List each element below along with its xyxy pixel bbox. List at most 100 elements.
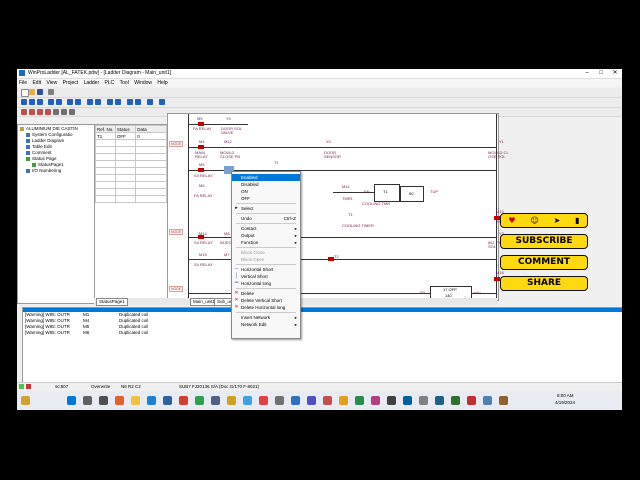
close-button[interactable]: ✕: [608, 69, 622, 78]
empty-cell[interactable]: [95, 146, 116, 154]
menu-item-horizontal-short[interactable]: ─ Horizontal Short: [232, 266, 300, 273]
ladder-diagram-canvas[interactable]: M5 Y0 FA RELAY DOOR SOL VALVE NODE M4 M1…: [167, 113, 512, 301]
empty-cell[interactable]: [114, 188, 137, 196]
monitor-icon[interactable]: [87, 99, 93, 105]
app-icon[interactable]: [323, 396, 332, 405]
menu-item-output[interactable]: Output ▸: [232, 232, 300, 239]
menu-project[interactable]: Project: [61, 79, 81, 87]
vline-icon[interactable]: [61, 109, 67, 115]
timer-preset-block[interactable]: 50: [400, 186, 424, 202]
app-icon[interactable]: [275, 396, 284, 405]
menu-item-off[interactable]: OFF: [232, 195, 300, 202]
subscribe-button[interactable]: SUBSCRIBE: [500, 234, 588, 249]
edge-icon[interactable]: [147, 396, 156, 405]
menu-window[interactable]: Window: [132, 79, 154, 87]
contact-marker[interactable]: [198, 122, 204, 126]
menu-item-contact[interactable]: Contact ▸: [232, 225, 300, 232]
app-icon[interactable]: [307, 396, 316, 405]
upload-icon[interactable]: [147, 99, 153, 105]
empty-cell[interactable]: [135, 160, 167, 168]
empty-cell[interactable]: [135, 167, 167, 175]
menu-item-disabled[interactable]: Disabled: [232, 181, 300, 188]
menu-help[interactable]: Help: [155, 79, 169, 87]
empty-cell[interactable]: [95, 167, 116, 175]
tab-statuspage1[interactable]: StatusPage1: [96, 298, 128, 306]
contact-no-icon[interactable]: [21, 109, 27, 115]
word-icon[interactable]: [163, 396, 172, 405]
cell-status[interactable]: OFF: [114, 132, 137, 140]
menu-item-undo[interactable]: Undo Ctrl+Z: [232, 215, 300, 222]
tray-time[interactable]: 8:00 AM: [557, 393, 574, 398]
contact-marker[interactable]: [328, 257, 334, 261]
paste-icon[interactable]: [37, 99, 43, 105]
list-item[interactable]: [Warning] W85: OUTR M6 Duplicated coil: [25, 330, 148, 336]
comment-button[interactable]: COMMENT: [500, 255, 588, 270]
menu-item-function[interactable]: Function ▸: [232, 239, 300, 246]
contact-marker[interactable]: [198, 235, 204, 239]
hline-icon[interactable]: [53, 109, 59, 115]
app-icon[interactable]: [291, 396, 300, 405]
app-icon[interactable]: [499, 396, 508, 405]
menu-item-insert-network[interactable]: Insert Network ▸: [232, 314, 300, 321]
cut-icon[interactable]: [21, 99, 27, 105]
widgets-icon[interactable]: [21, 396, 30, 405]
stop-icon[interactable]: [107, 99, 113, 105]
empty-cell[interactable]: [95, 160, 116, 168]
app-icon[interactable]: [435, 396, 444, 405]
copy-icon[interactable]: [29, 99, 35, 105]
empty-cell[interactable]: [95, 139, 116, 147]
share-button[interactable]: SHARE: [500, 276, 588, 291]
menu-file[interactable]: File: [17, 79, 29, 87]
empty-cell[interactable]: [114, 139, 137, 147]
minimize-button[interactable]: –: [580, 69, 594, 78]
settings-icon[interactable]: [159, 99, 165, 105]
empty-cell[interactable]: [135, 181, 167, 189]
empty-cell[interactable]: [114, 167, 137, 175]
tree-item-io-numbering[interactable]: I/O Numbering: [26, 168, 61, 174]
excel-icon[interactable]: [195, 396, 204, 405]
menu-view[interactable]: View: [44, 79, 59, 87]
contact-marker[interactable]: [198, 145, 204, 149]
app-icon[interactable]: [371, 396, 380, 405]
delete-icon[interactable]: [69, 109, 75, 115]
find-icon[interactable]: [67, 99, 73, 105]
app-icon[interactable]: [467, 396, 476, 405]
online-icon[interactable]: [115, 99, 121, 105]
app-icon[interactable]: [211, 396, 220, 405]
table-row[interactable]: T1 OFF 0: [95, 132, 167, 140]
app-icon[interactable]: [483, 396, 492, 405]
menu-tool[interactable]: Tool: [118, 79, 131, 87]
menu-item-network-edit[interactable]: Network Edit ▸: [232, 321, 300, 328]
menu-plc[interactable]: PLC: [103, 79, 117, 87]
empty-cell[interactable]: [95, 153, 116, 161]
empty-cell[interactable]: [95, 195, 116, 203]
empty-cell[interactable]: [135, 139, 167, 147]
empty-cell[interactable]: [114, 146, 137, 154]
menu-ladder[interactable]: Ladder: [82, 79, 102, 87]
menu-item-enabled[interactable]: Enabled: [232, 174, 300, 181]
empty-cell[interactable]: [114, 160, 137, 168]
run-icon[interactable]: [95, 99, 101, 105]
browser-icon[interactable]: [115, 396, 124, 405]
cell-data[interactable]: 0: [135, 132, 167, 140]
menu-item-delete[interactable]: ✕ Delete: [232, 290, 300, 297]
empty-cell[interactable]: [135, 174, 167, 182]
empty-cell[interactable]: [95, 174, 116, 182]
timer-block[interactable]: T1: [374, 184, 400, 202]
app-icon[interactable]: [419, 396, 428, 405]
app-icon[interactable]: [227, 396, 236, 405]
menu-item-horizontal-long[interactable]: ═ Horizontal long: [232, 280, 300, 287]
heart-icon[interactable]: ♥: [508, 214, 515, 227]
app-icon[interactable]: [387, 396, 396, 405]
empty-cell[interactable]: [114, 153, 137, 161]
empty-cell[interactable]: [114, 195, 137, 203]
app-icon[interactable]: [355, 396, 364, 405]
menu-item-select[interactable]: ▸ Select: [232, 205, 300, 212]
chat-icon[interactable]: ☺: [530, 214, 538, 227]
redo-icon[interactable]: [56, 99, 62, 105]
new-icon[interactable]: [21, 89, 29, 97]
coil-icon[interactable]: [37, 109, 43, 115]
app-icon[interactable]: [403, 396, 412, 405]
menu-item-delete-horizontal-long[interactable]: ✕ Delete Horizontal long: [232, 304, 300, 311]
contact-marker[interactable]: [198, 168, 204, 172]
